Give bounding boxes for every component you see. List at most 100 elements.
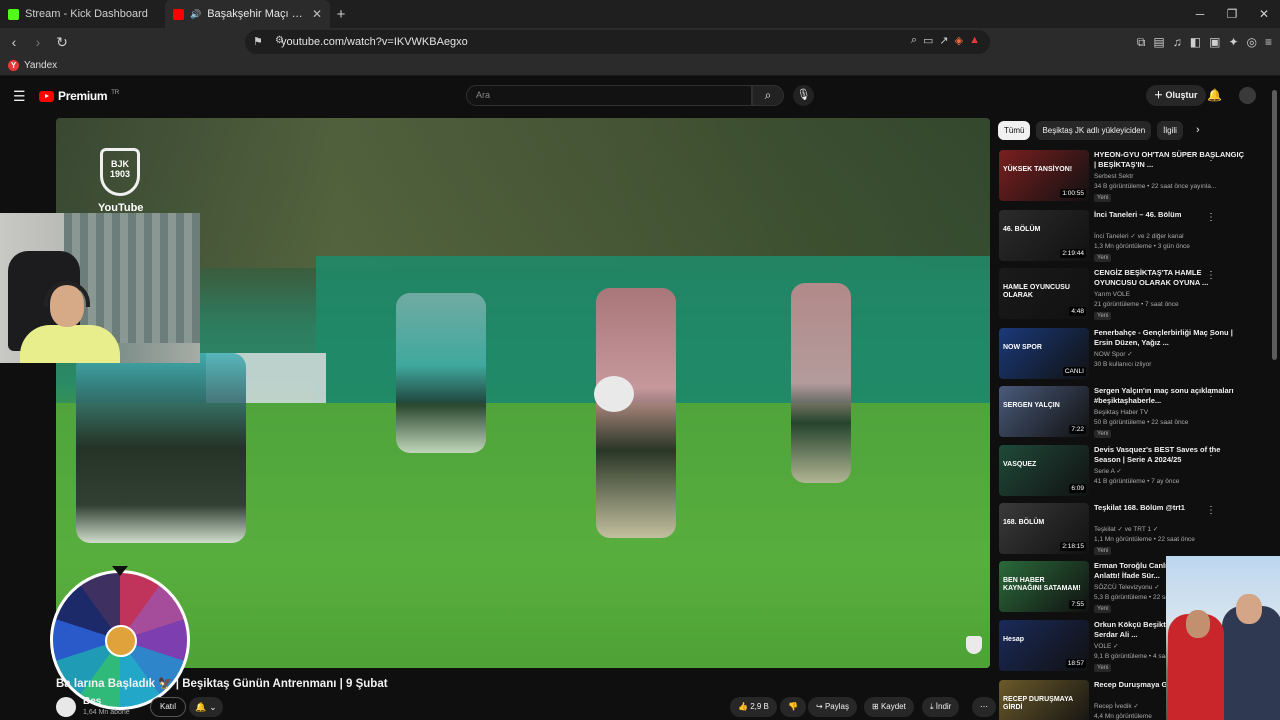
search-button[interactable]: ⌕: [752, 85, 784, 106]
download-button[interactable]: ⤓ İndir: [922, 697, 960, 717]
recommendation-title[interactable]: İnci Taneleri – 46. Bölüm: [1094, 210, 1244, 220]
video-player[interactable]: BJK 1903 YouTube: [56, 118, 990, 668]
video-duration: 2:18:15: [1060, 542, 1086, 551]
recommendation-channel[interactable]: Serbest Sektr: [1094, 172, 1254, 182]
recommendation-channel[interactable]: Yarım VOLE: [1094, 290, 1254, 300]
hamburger-menu-icon[interactable]: ☰: [13, 88, 26, 105]
recommendation-channel[interactable]: Serie A ✓: [1094, 467, 1254, 477]
channel-name[interactable]: Beş: [83, 696, 101, 707]
more-options-icon[interactable]: ⋮: [1206, 505, 1216, 516]
video-thumbnail[interactable]: BEN HABER KAYNAĞINI SATAMAM! 7:55: [999, 561, 1089, 612]
recommendation-item[interactable]: NOW SPOR CANLI Fenerbahçe - Gençlerbirliği…: [999, 328, 1264, 383]
more-options-icon[interactable]: ⋮: [1206, 388, 1216, 399]
video-thumbnail[interactable]: SERGEN YALÇIN 7:22: [999, 386, 1089, 437]
thumbnail-text: VASQUEZ: [1003, 461, 1037, 468]
more-options-icon[interactable]: ⋮: [1206, 212, 1216, 223]
zoom-icon[interactable]: ⌕: [911, 34, 917, 47]
chip-all[interactable]: Tümü: [998, 121, 1031, 140]
recommendation-meta: Teşkilat ✓ ve TRT 1 ✓ 1,1 Mn görüntüleme …: [1094, 525, 1254, 545]
recommendation-channel[interactable]: NOW Spor ✓: [1094, 350, 1254, 360]
create-button[interactable]: ＋ Oluştur: [1146, 85, 1206, 106]
recommendation-title[interactable]: Fenerbahçe - Gençlerbirliği Maç Sonu | E…: [1094, 328, 1244, 348]
join-button[interactable]: Katıl: [150, 697, 187, 717]
new-tab-button[interactable]: +: [330, 6, 352, 23]
close-window-icon[interactable]: ✕: [1248, 0, 1280, 28]
ai-icon[interactable]: ✦: [1228, 35, 1238, 49]
video-thumbnail[interactable]: NOW SPOR CANLI: [999, 328, 1089, 379]
avatar[interactable]: [1239, 87, 1256, 104]
cast-icon[interactable]: ▭: [923, 34, 933, 47]
notifications-icon[interactable]: 🔔: [1207, 88, 1222, 102]
vpn-icon[interactable]: ◎: [1247, 35, 1257, 49]
back-icon[interactable]: ‹: [4, 34, 24, 50]
new-badge: Yeni: [1094, 194, 1112, 202]
recommendation-item[interactable]: 168. BÖLÜM 2:18:15 Teşkilat 168. Bölüm @tr…: [999, 503, 1264, 558]
recommendation-title[interactable]: Sergen Yalçın'ın maç sonu açıklamaları #…: [1094, 386, 1244, 406]
tab-kick[interactable]: Stream - Kick Dashboard: [0, 0, 165, 28]
subscribe-bell-button[interactable]: 🔔 ⌄: [189, 697, 223, 717]
recommendation-item[interactable]: SERGEN YALÇIN 7:22 Sergen Yalçın'ın maç so…: [999, 386, 1264, 441]
wallet-icon[interactable]: ▣: [1209, 35, 1220, 49]
download-icon: ⤓: [930, 702, 934, 711]
recommendation-channel[interactable]: İnci Taneleri ✓ ve 2 diğer kanal: [1094, 232, 1254, 242]
video-thumbnail[interactable]: HAMLE OYUNCUSU OLARAK 4:48: [999, 268, 1089, 319]
recommendation-channel[interactable]: Beşiktaş Haber TV: [1094, 408, 1254, 418]
more-options-icon[interactable]: ⋮: [1206, 330, 1216, 341]
recommendation-title[interactable]: HYEON-GYU OH'TAN SÜPER BAŞLANGIÇ | BEŞİK…: [1094, 150, 1244, 170]
recommendation-item[interactable]: YÜKSEK TANSİYON! 1:00:55 HYEON-GYU OH'TAN …: [999, 150, 1264, 205]
extensions-icon[interactable]: ⧉: [1137, 35, 1146, 50]
recommendation-meta: Serie A ✓ 41 B görüntüleme • 7 ay önce: [1094, 467, 1254, 487]
more-actions-button[interactable]: ⋯: [972, 697, 996, 717]
reader-icon[interactable]: ▤: [1153, 35, 1164, 49]
youtube-logo[interactable]: Premium TR: [39, 89, 119, 103]
video-thumbnail[interactable]: RECEP DURUŞMAYA GİRDİ: [999, 680, 1089, 720]
site-settings-icon[interactable]: ⚙: [275, 35, 284, 46]
close-tab-icon[interactable]: ✕: [312, 7, 322, 21]
minimize-icon[interactable]: ─: [1184, 0, 1216, 28]
browser-toolbar: ⧉ ▤ ♫ ◧ ▣ ✦ ◎ ≡: [1137, 28, 1272, 56]
sidebar-icon[interactable]: ◧: [1190, 35, 1201, 49]
more-options-icon[interactable]: ⋮: [1206, 152, 1216, 163]
new-badge: Yeni: [1094, 430, 1112, 438]
recommendation-item[interactable]: HAMLE OYUNCUSU OLARAK 4:48 CENGİZ BEŞİKTAŞ…: [999, 268, 1264, 323]
search-input[interactable]: Ara: [466, 85, 752, 106]
alert-icon[interactable]: ▲: [969, 34, 980, 47]
browser-menu-icon[interactable]: ≡: [1265, 35, 1272, 49]
video-thumbnail[interactable]: Hesap 18:57: [999, 620, 1089, 671]
overlay-photo: [1166, 556, 1280, 720]
chevron-right-icon[interactable]: ›: [1196, 124, 1200, 136]
share-page-icon[interactable]: ↗: [939, 34, 948, 47]
scrollbar[interactable]: [1272, 90, 1277, 360]
more-options-icon[interactable]: ⋮: [1206, 447, 1216, 458]
recommendation-item[interactable]: VASQUEZ 6:09 Devis Vasquez's BEST Saves of…: [999, 445, 1264, 500]
chip-related[interactable]: İlgili: [1157, 121, 1183, 140]
dislike-button[interactable]: 👎: [780, 697, 806, 717]
reload-icon[interactable]: ↻: [52, 34, 72, 51]
recommendation-title[interactable]: CENGİZ BEŞİKTAŞ'TA HAMLE OYUNCUSU OLARAK…: [1094, 268, 1244, 288]
chip-uploader[interactable]: Beşiktaş JK adlı yükleyiciden: [1036, 121, 1152, 140]
save-button[interactable]: ⊞ Kaydet: [864, 697, 914, 717]
forward-icon[interactable]: ›: [28, 34, 48, 50]
shield-icon[interactable]: ◈: [955, 34, 963, 47]
url-field[interactable]: ⚑ ⚙ youtube.com/watch?v=IKVWKBAegxo ⌕ ▭ …: [245, 30, 990, 54]
tab-youtube[interactable]: 🔊 Başakşehir Maçı Hazırlıklarına... ✕: [165, 0, 330, 28]
recommendation-meta: Yarım VOLE 21 görüntüleme • 7 saat önce: [1094, 290, 1254, 310]
video-thumbnail[interactable]: VASQUEZ 6:09: [999, 445, 1089, 496]
bookmark-yandex[interactable]: Yandex: [24, 60, 57, 71]
video-thumbnail[interactable]: 46. BÖLÜM 2:19:44: [999, 210, 1089, 261]
new-badge: Yeni: [1094, 664, 1112, 672]
recommendation-title[interactable]: Teşkilat 168. Bölüm @trt1: [1094, 503, 1244, 513]
more-options-icon[interactable]: ⋮: [1206, 270, 1216, 281]
video-thumbnail[interactable]: YÜKSEK TANSİYON! 1:00:55: [999, 150, 1089, 201]
recommendation-title[interactable]: Devis Vasquez's BEST Saves of the Season…: [1094, 445, 1244, 465]
recommendation-item[interactable]: 46. BÖLÜM 2:19:44 İnci Taneleri – 46. Bölü…: [999, 210, 1264, 265]
recommendation-channel[interactable]: Teşkilat ✓ ve TRT 1 ✓: [1094, 525, 1254, 535]
share-button[interactable]: ↪ Paylaş: [808, 697, 857, 717]
maximize-icon[interactable]: ❐: [1216, 0, 1248, 28]
channel-avatar[interactable]: [56, 697, 76, 717]
like-button[interactable]: 👍 2,9 B: [730, 697, 777, 717]
voice-search-button[interactable]: 🎙: [793, 85, 814, 106]
bookmark-icon[interactable]: ⚑: [253, 35, 263, 48]
music-icon[interactable]: ♫: [1173, 35, 1182, 49]
video-thumbnail[interactable]: 168. BÖLÜM 2:18:15: [999, 503, 1089, 554]
